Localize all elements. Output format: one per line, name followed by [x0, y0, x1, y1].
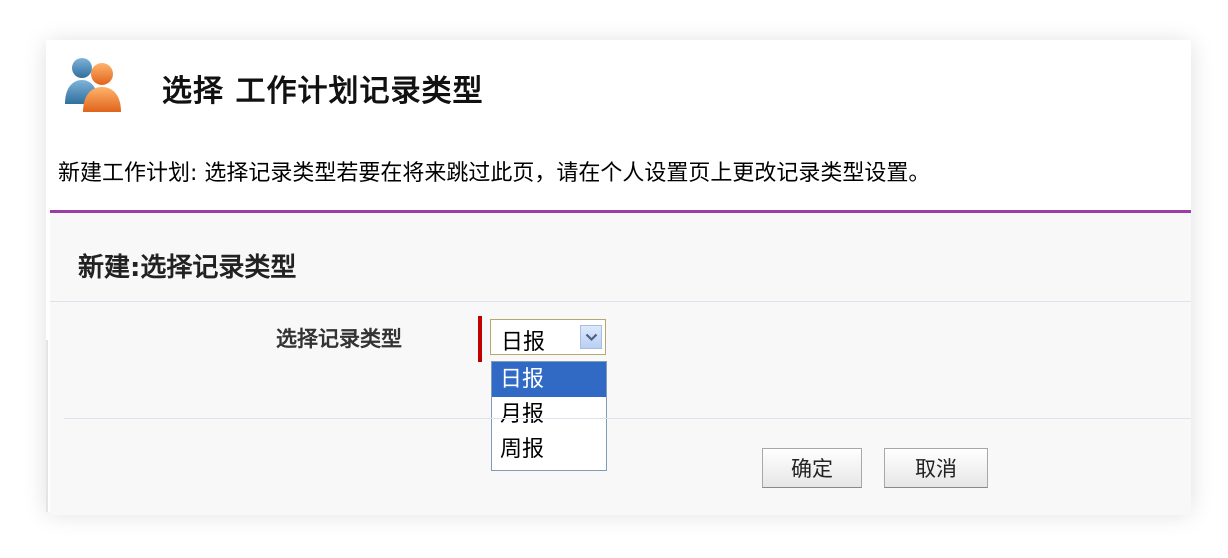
divider — [64, 418, 1191, 419]
divider — [50, 301, 1191, 302]
panel-edge — [46, 340, 48, 512]
users-icon — [62, 52, 124, 114]
intro-text: 新建工作计划: 选择记录类型若要在将来跳过此页，请在个人设置页上更改记录类型设置… — [58, 161, 931, 186]
dropdown-option-daily[interactable]: 日报 — [492, 362, 606, 397]
record-type-panel: 新建:选择记录类型 选择记录类型 日报 日报 月报 周报 确定 取消 — [50, 210, 1191, 515]
ok-button[interactable]: 确定 — [762, 448, 862, 488]
dropdown-option-weekly[interactable]: 周报 — [492, 432, 606, 467]
cancel-button[interactable]: 取消 — [884, 448, 988, 488]
record-type-selected-value: 日报 — [501, 330, 546, 355]
section-title: 新建:选择记录类型 — [78, 253, 297, 283]
dropdown-option-monthly[interactable]: 月报 — [492, 397, 606, 432]
record-type-select[interactable]: 日报 — [490, 319, 606, 355]
record-type-dropdown: 日报 月报 周报 — [491, 361, 607, 471]
record-type-label: 选择记录类型 — [276, 327, 402, 351]
required-indicator — [478, 316, 482, 362]
record-type-dialog: 选择 工作计划记录类型 新建工作计划: 选择记录类型若要在将来跳过此页，请在个人… — [46, 40, 1191, 515]
page-title: 选择 工作计划记录类型 — [162, 74, 484, 109]
chevron-down-icon[interactable] — [580, 325, 602, 349]
